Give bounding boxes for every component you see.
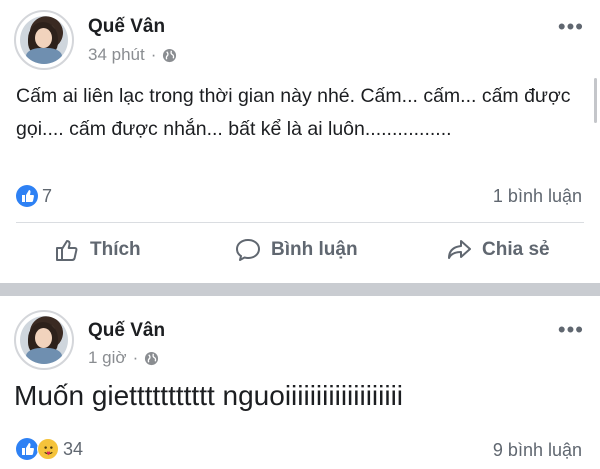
share-icon <box>448 240 471 259</box>
post-time[interactable]: 1 giờ <box>88 348 127 368</box>
comment-count[interactable]: 9 bình luận <box>493 440 582 461</box>
comment-label: Bình luận <box>271 239 358 260</box>
like-label: Thích <box>90 239 141 260</box>
more-options-icon[interactable]: ••• <box>558 319 584 341</box>
scrollbar[interactable] <box>594 78 597 123</box>
avatar[interactable] <box>14 10 74 70</box>
comment-button[interactable]: Bình luận <box>235 237 358 263</box>
post-text: Cấm ai liên lạc trong thời gian này nhé.… <box>16 85 571 140</box>
care-reaction-icon <box>37 438 59 460</box>
author-name[interactable]: Quế Vân <box>88 320 165 342</box>
like-reaction-icon <box>16 185 38 207</box>
divider <box>16 222 584 223</box>
share-button[interactable]: Chia sẻ <box>446 237 550 263</box>
post-meta: 34 phút · <box>88 45 177 65</box>
post-time[interactable]: 34 phút <box>88 45 145 65</box>
like-button[interactable]: Thích <box>54 237 141 263</box>
thumbs-up-icon <box>56 240 78 261</box>
reaction-summary[interactable]: 7 <box>16 185 52 207</box>
post-separator <box>0 283 600 296</box>
more-options-icon[interactable]: ••• <box>558 16 584 38</box>
reaction-summary[interactable]: 34 <box>16 438 83 460</box>
globe-icon <box>145 351 159 365</box>
author-name[interactable]: Quế Vân <box>88 16 165 38</box>
comment-count[interactable]: 1 bình luận <box>493 186 582 207</box>
avatar[interactable] <box>14 310 74 370</box>
comment-icon <box>236 239 260 261</box>
reaction-count: 7 <box>42 185 53 206</box>
post-text: Muốn giettttttttttt nguoiiiiiiiiiiiiiiii… <box>14 380 404 411</box>
reaction-count: 34 <box>63 438 84 459</box>
globe-icon <box>163 48 177 62</box>
like-reaction-icon <box>16 438 38 460</box>
post-1: Quế Vân 34 phút · ••• Cấm ai liên lạc tr… <box>0 0 600 283</box>
share-label: Chia sẻ <box>482 239 550 260</box>
post-meta: 1 giờ · <box>88 348 159 368</box>
